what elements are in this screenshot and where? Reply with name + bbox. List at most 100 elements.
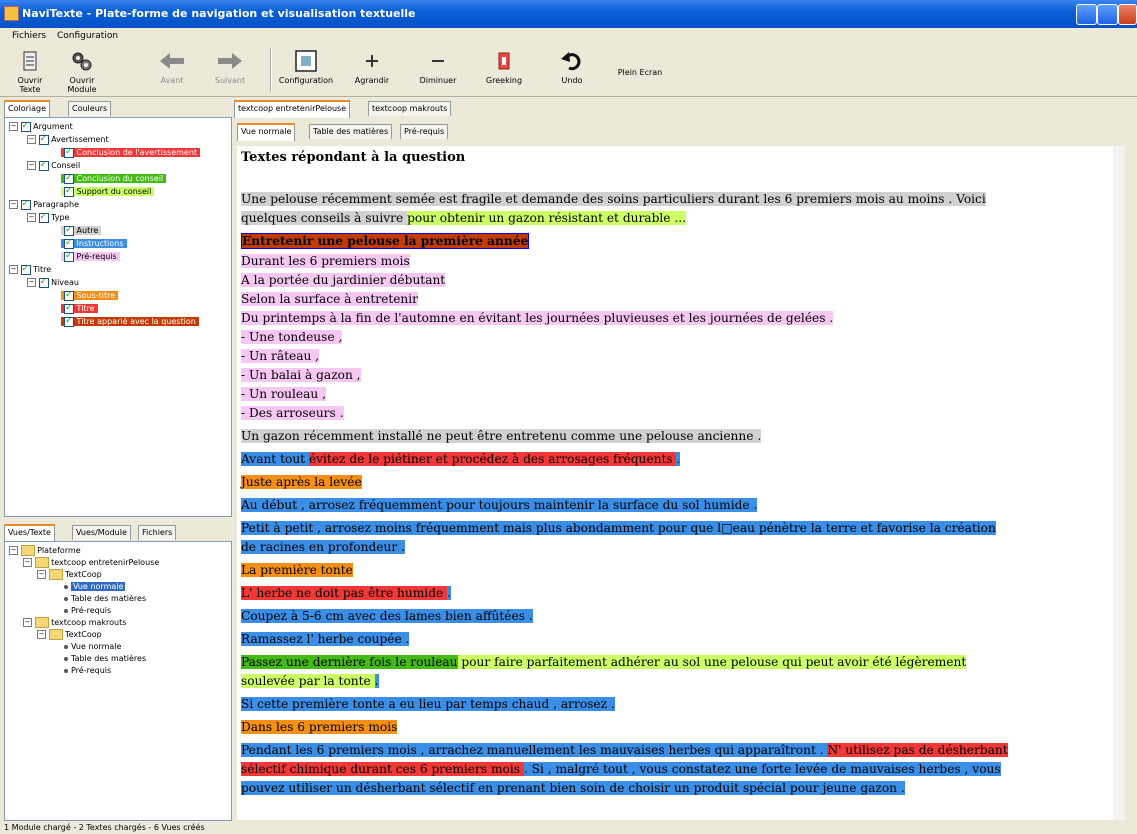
doc-line: - Un rouleau , — [241, 387, 326, 401]
document-view: Textes répondant à la question Une pelou… — [237, 146, 1125, 820]
tree-node-text2[interactable]: − textcoop makrouts — [23, 617, 126, 629]
plus-icon — [359, 48, 385, 74]
tree-node-prerequis[interactable]: Pré-requis — [59, 250, 120, 263]
checkbox[interactable] — [38, 211, 49, 223]
checkbox[interactable] — [64, 146, 74, 158]
folder-icon — [34, 617, 49, 628]
configuration-button[interactable]: Configuration — [276, 48, 336, 85]
tree-node-avertissement[interactable]: − Avertissement — [27, 133, 109, 146]
next-button[interactable]: Suivant — [208, 48, 252, 85]
checkbox[interactable] — [38, 276, 49, 288]
view-tabs: Vue normale Table des matières Pré-requi… — [237, 123, 537, 141]
folder-icon — [48, 569, 63, 580]
checkbox[interactable] — [64, 237, 74, 249]
tree-node-textcoop1[interactable]: − TextCoop — [37, 569, 102, 581]
tree-node-vue-normale-2[interactable]: Vue normale — [61, 641, 121, 653]
tree-node-text1[interactable]: − textcoop entretenirPelouse — [23, 557, 159, 569]
greeking-button[interactable]: Greeking — [482, 48, 526, 85]
doc-line: Du printemps à la fin de l'automne en év… — [241, 311, 834, 325]
tree-node-support-conseil[interactable]: Support du conseil — [59, 185, 155, 198]
folder-icon — [34, 557, 49, 568]
menu-configuration[interactable]: Configuration — [57, 31, 118, 41]
toolbar: Ouvrir Texte Ouvrir Module Avant Suivant… — [0, 44, 1137, 97]
status-bar: 1 Module chargé - 2 Textes chargés - 6 V… — [0, 822, 1137, 834]
checkbox[interactable] — [20, 120, 31, 132]
tree-node-vue-normale-1[interactable]: Vue normale — [61, 581, 126, 593]
checkbox[interactable] — [64, 315, 74, 327]
doc-line: Une pelouse récemment semée est fragile … — [241, 192, 986, 206]
bullet-icon — [64, 608, 68, 613]
tree-node-prerequis-1[interactable]: Pré-requis — [61, 605, 111, 617]
checkbox[interactable] — [64, 289, 74, 301]
checkbox[interactable] — [20, 198, 31, 210]
tree-node-conclusion-avertissement[interactable]: Conclusion de l'avertissement — [59, 146, 201, 159]
coloriage-panel: − Argument − Avertissement Conclusion de… — [4, 117, 232, 517]
checkbox[interactable] — [64, 172, 74, 184]
checkbox[interactable] — [64, 250, 74, 262]
undo-icon — [559, 48, 585, 74]
tab-prerequis[interactable]: Pré-requis — [400, 124, 449, 139]
tree-node-type[interactable]: − Type — [27, 211, 69, 224]
tree-node-conseil[interactable]: − Conseil — [27, 159, 80, 172]
tab-vues-module[interactable]: Vues/Module — [72, 525, 131, 540]
checkbox[interactable] — [38, 159, 49, 171]
checkbox[interactable] — [64, 302, 74, 314]
tree-node-instructions[interactable]: Instructions — [59, 237, 127, 250]
status-text: 1 Module chargé - 2 Textes chargés - 6 V… — [4, 823, 205, 832]
doc-line: Entretenir une pelouse la première année — [241, 233, 530, 249]
doc-line: soulevée par la tonte . — [241, 674, 379, 688]
tree-node-tdm-2[interactable]: Table des matières — [61, 653, 146, 665]
tree-node-titre-apparie[interactable]: Titre apparié avec la question — [59, 315, 199, 328]
tab-table-des-matieres[interactable]: Table des matières — [309, 124, 393, 139]
open-text-button[interactable]: Ouvrir Texte — [8, 48, 52, 94]
doc-line: Durant les 6 premiers mois — [241, 254, 410, 268]
tree-node-argument[interactable]: − Argument — [9, 120, 73, 133]
doc-line: - Un balai à gazon , — [241, 368, 361, 382]
tree-node-textcoop2[interactable]: − TextCoop — [37, 629, 102, 641]
doc-line: Coupez à 5-6 cm avec des lames bien affû… — [241, 609, 533, 623]
doc-line: - Des arroseurs . — [241, 406, 344, 420]
checkbox[interactable] — [20, 263, 31, 275]
tree-node-titre[interactable]: − Titre — [9, 263, 51, 276]
tree-node-titre-level[interactable]: Titre — [59, 302, 98, 315]
tab-doc-makrouts[interactable]: textcoop makrouts — [368, 101, 452, 116]
checkbox[interactable] — [64, 224, 74, 236]
zoom-in-button[interactable]: Agrandir — [352, 48, 392, 85]
minimize-button[interactable] — [1076, 4, 1097, 25]
tab-couleurs[interactable]: Couleurs — [68, 101, 112, 116]
checkbox[interactable] — [64, 185, 74, 197]
doc-line: pouvez utiliser un désherbant sélectif e… — [241, 781, 905, 795]
greeking-icon — [491, 48, 517, 74]
tab-doc-entretenir[interactable]: textcoop entretenirPelouse — [234, 100, 351, 118]
tree-node-paragraphe[interactable]: − Paragraphe — [9, 198, 79, 211]
tree-node-prerequis-2[interactable]: Pré-requis — [61, 665, 111, 677]
bullet-icon — [64, 584, 68, 589]
fullscreen-button[interactable]: Plein Ecran — [612, 68, 668, 77]
left-bottom-tabs: Vues/Texte Vues/Module Fichiers — [4, 524, 230, 542]
toolbar-separator — [270, 48, 272, 92]
tree-node-conclusion-conseil[interactable]: Conclusion du conseil — [59, 172, 167, 185]
checkbox[interactable] — [38, 133, 49, 145]
undo-button[interactable]: Undo — [552, 48, 592, 85]
tree-node-autre[interactable]: Autre — [59, 224, 102, 237]
arrow-left-icon — [159, 48, 185, 74]
tree-node-tdm-1[interactable]: Table des matières — [61, 593, 146, 605]
tree-node-sous-titre[interactable]: Sous-titre — [59, 289, 119, 302]
doc-line: L' herbe ne doit pas être humide . — [241, 586, 451, 600]
tab-fichiers[interactable]: Fichiers — [138, 525, 177, 540]
tab-vue-normale[interactable]: Vue normale — [237, 123, 296, 141]
tab-vues-texte[interactable]: Vues/Texte — [4, 524, 55, 542]
menu-fichiers[interactable]: Fichiers — [12, 31, 46, 41]
app-icon — [4, 6, 19, 21]
close-button[interactable] — [1118, 4, 1137, 25]
restore-button[interactable] — [1097, 4, 1118, 25]
tab-coloriage[interactable]: Coloriage — [4, 100, 51, 118]
tree-node-niveau[interactable]: − Niveau — [27, 276, 79, 289]
zoom-out-button[interactable]: Diminuer — [418, 48, 458, 85]
bullet-icon — [64, 656, 68, 661]
open-module-button[interactable]: Ouvrir Module — [56, 48, 108, 94]
vues-panel: − Plateforme − textcoop entretenirPelous… — [4, 541, 232, 821]
back-button[interactable]: Avant — [152, 48, 192, 85]
vertical-scrollbar[interactable] — [1113, 146, 1125, 820]
tree-node-plateforme[interactable]: − Plateforme — [9, 545, 81, 557]
